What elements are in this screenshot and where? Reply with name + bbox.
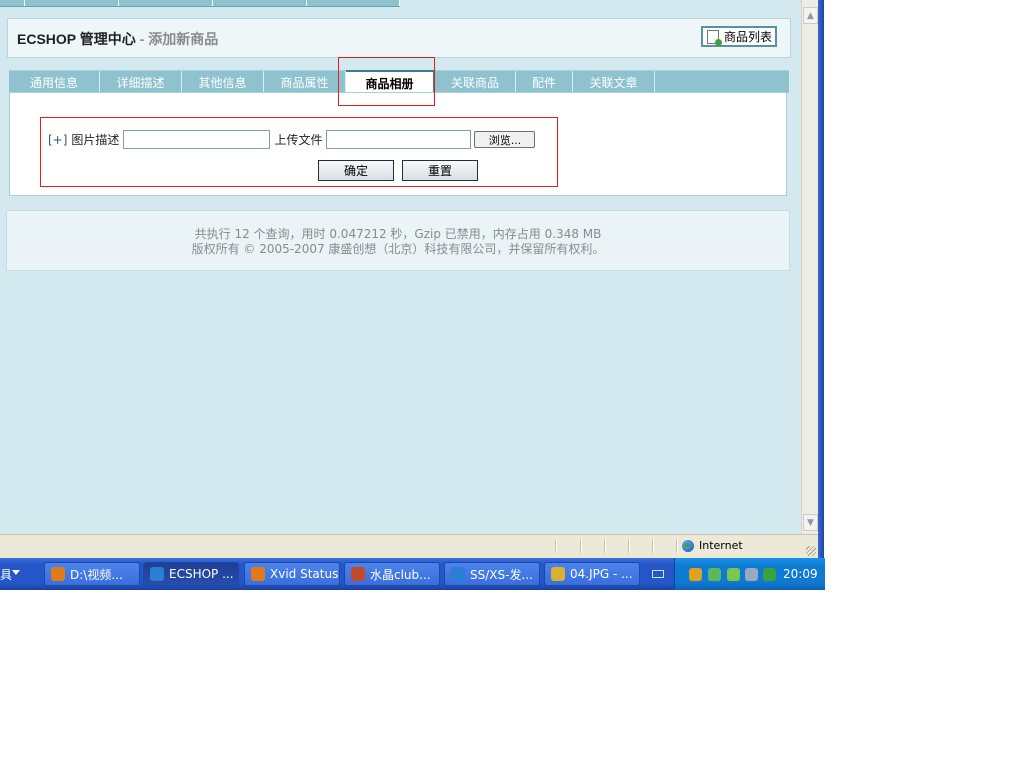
- monitor-icon[interactable]: [727, 568, 740, 581]
- tab-linked-goods[interactable]: 关联商品: [435, 71, 516, 93]
- goods-list-label: 商品列表: [724, 30, 773, 44]
- xvid-icon: [251, 567, 265, 581]
- tab-accessories[interactable]: 配件: [516, 71, 573, 93]
- add-document-icon: [707, 29, 722, 46]
- task-label: ECSHOP ...: [169, 567, 234, 581]
- form-highlight-box: [40, 117, 558, 187]
- tab-linked-articles[interactable]: 关联文章: [573, 71, 655, 93]
- toolbar-menu-label[interactable]: 具: [0, 566, 12, 583]
- house-icon: [351, 567, 365, 581]
- page-subtitle: - 添加新商品: [135, 31, 219, 47]
- app-title: ECSHOP 管理中心: [17, 31, 136, 47]
- footer-copyright: 版权所有 © 2005-2007 康盛创想（北京）科技有限公司，并保留所有权利。: [191, 242, 605, 256]
- task-ecshop[interactable]: ECSHOP ...: [143, 562, 239, 586]
- keyboard-icon[interactable]: [652, 570, 664, 578]
- page-footer: 共执行 12 个查询，用时 0.047212 秒，Gzip 已禁用，内存占用 0…: [6, 210, 790, 271]
- zone-label: Internet: [699, 539, 743, 552]
- network-icon[interactable]: [708, 568, 721, 581]
- ie-icon: [451, 567, 465, 581]
- scroll-down-icon[interactable]: ▼: [803, 514, 818, 531]
- goods-list-button[interactable]: 商品列表: [701, 26, 777, 47]
- task-label: 04.JPG - ...: [570, 567, 633, 581]
- task-video-folder[interactable]: D:\视频...: [44, 562, 140, 586]
- task-crystal-club[interactable]: 水晶club...: [344, 562, 440, 586]
- browser-viewport: ECSHOP 管理中心 - 添加新商品 商品列表 通用信息 详细描述 其他信息 …: [0, 0, 801, 534]
- task-label: SS/XS-发...: [470, 567, 533, 582]
- system-tray: 20:09: [674, 558, 825, 590]
- ie-icon: [150, 567, 164, 581]
- task-04-jpg[interactable]: 04.JPG - ...: [544, 562, 640, 586]
- tab-other-info[interactable]: 其他信息: [182, 71, 264, 93]
- top-menu-tabs[interactable]: [0, 0, 400, 7]
- speaker-icon[interactable]: [745, 568, 758, 581]
- task-xvid-status[interactable]: Xvid Status: [244, 562, 340, 586]
- screen: ECSHOP 管理中心 - 添加新商品 商品列表 通用信息 详细描述 其他信息 …: [0, 0, 1024, 768]
- task-label: Xvid Status: [270, 567, 339, 581]
- tab-detail-description[interactable]: 详细描述: [100, 71, 182, 93]
- task-label: D:\视频...: [70, 567, 123, 582]
- tab-general-info[interactable]: 通用信息: [9, 71, 100, 93]
- paint-icon: [551, 567, 565, 581]
- page-title: ECSHOP 管理中心 - 添加新商品: [17, 29, 218, 49]
- window-border: [818, 0, 824, 558]
- page-header: ECSHOP 管理中心 - 添加新商品 商品列表: [7, 18, 791, 58]
- tab-highlight-box: [338, 57, 435, 106]
- footer-stats: 共执行 12 个查询，用时 0.047212 秒，Gzip 已禁用，内存占用 0…: [194, 227, 602, 241]
- security-zone: Internet: [682, 539, 743, 552]
- globe-icon: [682, 539, 694, 552]
- clock: 20:09: [783, 567, 818, 581]
- task-label: 水晶club...: [370, 567, 431, 582]
- chevron-down-icon[interactable]: [12, 570, 20, 575]
- shield-icon[interactable]: [763, 568, 776, 581]
- taskbar: 具 D:\视频... ECSHOP ... Xvid Status 水晶club…: [0, 558, 825, 590]
- top-menu-strip: [0, 0, 801, 7]
- tab-goods-attributes[interactable]: 商品属性: [264, 71, 346, 93]
- task-ss-xs[interactable]: SS/XS-发...: [444, 562, 540, 586]
- qq-icon[interactable]: [689, 568, 702, 581]
- vertical-scrollbar[interactable]: ▲ ▼: [801, 0, 818, 534]
- scroll-up-icon[interactable]: ▲: [803, 7, 818, 24]
- resize-grip-icon[interactable]: [806, 546, 816, 556]
- firefox-icon: [51, 567, 65, 581]
- status-bar: Internet: [0, 534, 818, 558]
